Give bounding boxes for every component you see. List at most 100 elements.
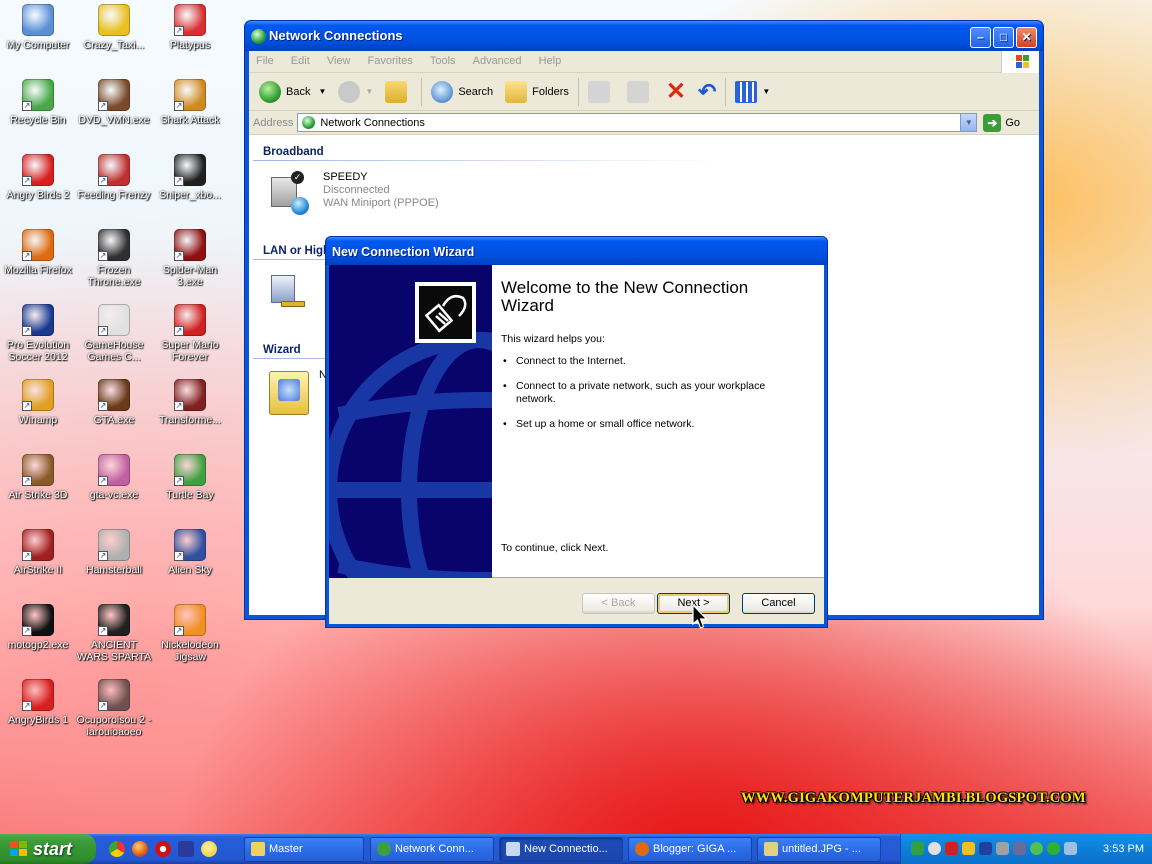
- desktop-icon-label: Transforme...: [158, 414, 222, 426]
- desktop-app-icon: ↗: [174, 379, 206, 411]
- menu-edit[interactable]: Edit: [284, 51, 317, 71]
- back-button[interactable]: < Back: [582, 593, 655, 614]
- address-input[interactable]: Network Connections ▼: [297, 113, 978, 132]
- explorer-title: Network Connections: [269, 28, 403, 43]
- explorer-titlebar[interactable]: Network Connections – □ ✕: [245, 21, 1043, 51]
- desktop-icon[interactable]: ↗ Shark Attack: [152, 79, 228, 126]
- menu-file[interactable]: File: [249, 51, 281, 71]
- desktop-icon[interactable]: ↗ GameHouse Games C...: [76, 304, 152, 363]
- clock[interactable]: 3:53 PM: [1103, 834, 1144, 864]
- group-header-lan: LAN or High: [263, 245, 331, 257]
- menu-view[interactable]: View: [320, 51, 358, 71]
- folders-label: Folders: [532, 85, 569, 98]
- move-to-button[interactable]: [582, 76, 621, 108]
- menu-advanced[interactable]: Advanced: [466, 51, 529, 71]
- firefox-icon[interactable]: [132, 841, 148, 857]
- forward-arrow-icon: [338, 80, 361, 103]
- tray-app-icon[interactable]: [1047, 842, 1060, 855]
- desktop-icon[interactable]: ↗ Air Strike 3D: [0, 454, 76, 501]
- broadband-connection-icon: ✓: [269, 171, 309, 215]
- address-label: Address: [253, 116, 294, 129]
- desktop-icon[interactable]: ↗ Angry Birds 2: [0, 154, 76, 201]
- desktop-icon[interactable]: ↗ Nickelodeon Jigsaw: [152, 604, 228, 663]
- minimize-button[interactable]: –: [970, 27, 991, 48]
- desktop-icon[interactable]: ↗ Transforme...: [152, 379, 228, 426]
- desktop-icon[interactable]: ↗ Frozen Throne.exe: [76, 229, 152, 288]
- desktop-icon[interactable]: ↗ gta-vc.exe: [76, 454, 152, 501]
- desktop-icon[interactable]: ↗ AirStrike II: [0, 529, 76, 576]
- tray-app-icon[interactable]: [979, 842, 992, 855]
- go-button[interactable]: ➔ Go: [983, 113, 1020, 132]
- search-button[interactable]: Search: [425, 76, 499, 108]
- chevron-down-icon[interactable]: ▼: [762, 87, 770, 96]
- forward-button[interactable]: ▼: [332, 76, 379, 108]
- delete-button[interactable]: ✕: [660, 76, 692, 108]
- desktop-icon[interactable]: ↗ GTA.exe: [76, 379, 152, 426]
- desktop-icon-label: Alien Sky: [168, 564, 212, 576]
- app-quicklaunch-icon[interactable]: [178, 841, 194, 857]
- tray-volume-icon[interactable]: [928, 842, 941, 855]
- desktop-icon[interactable]: ↗ Hamsterball: [76, 529, 152, 576]
- wizard-content: Welcome to the New Connection Wizard Thi…: [492, 265, 824, 578]
- desktop-icon[interactable]: ↗ DVD_VMN.exe: [76, 79, 152, 126]
- close-button[interactable]: ✕: [1016, 27, 1037, 48]
- tray-network-icon[interactable]: [911, 842, 924, 855]
- maximize-button[interactable]: □: [993, 27, 1014, 48]
- chrome-icon[interactable]: [109, 841, 125, 857]
- tray-antivirus-icon[interactable]: [945, 842, 958, 855]
- desktop-icon[interactable]: ↗ ANCIENT WARS SPARTA: [76, 604, 152, 663]
- tray-shield-icon[interactable]: [962, 842, 975, 855]
- desktop-icon[interactable]: My Computer: [0, 4, 76, 51]
- menu-tools[interactable]: Tools: [423, 51, 463, 71]
- start-button[interactable]: start: [0, 834, 96, 864]
- smiley-icon[interactable]: [201, 841, 217, 857]
- wizard-item-new-connection[interactable]: N: [269, 369, 327, 415]
- desktop-icon[interactable]: ↗ Platypus: [152, 4, 228, 51]
- tray-app-icon[interactable]: [996, 842, 1009, 855]
- cancel-button[interactable]: Cancel: [742, 593, 815, 614]
- menu-help[interactable]: Help: [532, 51, 569, 71]
- connection-item-speedy[interactable]: ✓ SPEEDY Disconnected WAN Miniport (PPPO…: [269, 171, 439, 215]
- desktop-icon[interactable]: ↗ Recycle Bin: [0, 79, 76, 126]
- desktop-icon[interactable]: ↗ motogp2.exe: [0, 604, 76, 651]
- desktop-app-icon: ↗: [22, 304, 54, 336]
- desktop-icon[interactable]: ↗ Super Mario Forever: [152, 304, 228, 363]
- tray-app-icon[interactable]: [1013, 842, 1026, 855]
- tray-app-icon[interactable]: [1064, 842, 1077, 855]
- tray-app-icon[interactable]: [1030, 842, 1043, 855]
- desktop-icon[interactable]: ↗ Turtle Bay: [152, 454, 228, 501]
- shortcut-arrow-icon: ↗: [98, 476, 108, 486]
- desktop-icon[interactable]: ↗ Ocuporoisou 2 - iarouioaoeo: [76, 679, 152, 738]
- task-button-untitled-jpg[interactable]: untitled.JPG - ...: [757, 837, 881, 862]
- wizard-titlebar[interactable]: New Connection Wizard: [326, 237, 827, 265]
- desktop-icon[interactable]: ↗ Spider-Man 3.exe: [152, 229, 228, 288]
- undo-button[interactable]: ↶: [692, 76, 722, 108]
- desktop-icon[interactable]: ↗ Pro Evolution Soccer 2012: [0, 304, 76, 363]
- opera-icon[interactable]: [155, 841, 171, 857]
- desktop-icon[interactable]: Crazy_Taxi...: [76, 4, 152, 51]
- folders-button[interactable]: Folders: [499, 76, 575, 108]
- menu-favorites[interactable]: Favorites: [361, 51, 420, 71]
- task-button-new-connection[interactable]: New Connectio...: [499, 837, 623, 862]
- back-button[interactable]: Back ▼: [253, 76, 332, 108]
- task-button-network-connections[interactable]: Network Conn...: [370, 837, 494, 862]
- desktop-icon[interactable]: ↗ AngryBirds 1: [0, 679, 76, 726]
- desktop-icon[interactable]: ↗ Sniper_xbo...: [152, 154, 228, 201]
- shortcut-arrow-icon: ↗: [22, 626, 32, 636]
- desktop-icon[interactable]: ↗ Winamp: [0, 379, 76, 426]
- desktop-app-icon: ↗: [174, 454, 206, 486]
- copy-to-button[interactable]: [621, 76, 660, 108]
- up-folder-button[interactable]: [379, 76, 418, 108]
- desktop-icon[interactable]: ↗ Mozilla Firefox: [0, 229, 76, 276]
- views-button[interactable]: ▼: [729, 76, 776, 108]
- chevron-down-icon[interactable]: ▼: [318, 87, 326, 96]
- chevron-down-icon[interactable]: ▼: [365, 87, 373, 96]
- task-button-master[interactable]: Master: [244, 837, 364, 862]
- shortcut-arrow-icon: ↗: [98, 401, 108, 411]
- desktop-icon-label: Super Mario Forever: [161, 339, 219, 363]
- task-button-blogger[interactable]: Blogger: GIGA ...: [628, 837, 752, 862]
- chevron-down-icon[interactable]: ▼: [960, 114, 977, 131]
- desktop-icon[interactable]: ↗ Alien Sky: [152, 529, 228, 576]
- desktop-app-icon: [22, 4, 54, 36]
- desktop-icon[interactable]: ↗ Feeding Frenzy: [76, 154, 152, 201]
